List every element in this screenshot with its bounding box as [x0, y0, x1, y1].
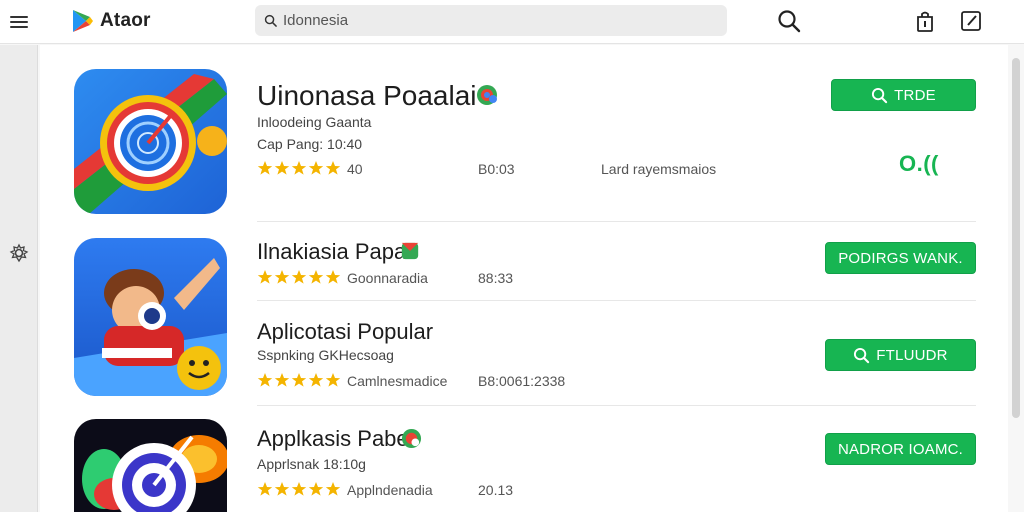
scrollbar[interactable] — [1012, 58, 1020, 418]
star-icon — [257, 482, 273, 496]
install-button-2[interactable]: PODIRGS WANK. — [825, 242, 976, 274]
search-icon — [264, 14, 277, 27]
left-rail — [0, 45, 38, 512]
star-icon — [325, 373, 341, 387]
app-rating-text-3: Camlnesmadice — [347, 373, 448, 389]
star-icon — [274, 373, 290, 387]
star-icon — [291, 373, 307, 387]
star-icon — [274, 161, 290, 175]
install-button-4-label: NADROR IOAMC. — [837, 440, 964, 458]
app-title-1[interactable]: Uinonasa Poaalai — [257, 80, 477, 112]
app-rating-text-4: Applndenadia — [347, 482, 433, 498]
install-button-1-label: TRDE — [894, 86, 936, 104]
app-subtitle-3: Sspnking GKHecsoag — [257, 347, 394, 363]
app-size-1: B0:03 — [478, 161, 515, 177]
star-icon — [257, 373, 273, 387]
star-icon — [308, 270, 324, 284]
edit-icon[interactable] — [960, 9, 982, 33]
star-icon — [325, 270, 341, 284]
star-icon — [291, 482, 307, 496]
verified-badge-icon — [476, 84, 498, 106]
star-rating-1 — [257, 160, 341, 178]
install-button-2-label: PODIRGS WANK. — [838, 249, 963, 267]
search-icon — [854, 347, 870, 363]
divider — [257, 221, 976, 222]
star-icon — [308, 161, 324, 175]
top-app-bar: Ataor — [0, 0, 1024, 44]
divider — [257, 300, 976, 301]
star-icon — [308, 482, 324, 496]
app-icon-4[interactable] — [74, 419, 227, 512]
search-button-icon[interactable] — [776, 8, 804, 36]
app-rating-text-1: 40 — [347, 161, 363, 177]
app-subtitle-1a: Inloodeing Gaanta — [257, 114, 372, 130]
app-size-3: B8:0061:2338 — [478, 373, 566, 389]
app-category-1: Lard rayemsmaios — [601, 161, 717, 177]
star-icon — [308, 373, 324, 387]
search-icon — [872, 87, 888, 103]
star-icon — [257, 270, 273, 284]
star-icon — [325, 161, 341, 175]
star-icon — [325, 482, 341, 496]
app-subtitle-4: Apprlsnak 18:10g — [257, 456, 366, 472]
search-bar[interactable] — [255, 5, 727, 36]
verified-badge-icon — [400, 241, 420, 261]
app-title-4[interactable]: Applkasis Paber — [257, 426, 416, 452]
menu-icon[interactable] — [6, 9, 32, 35]
star-icon — [274, 482, 290, 496]
verified-badge-icon — [401, 428, 422, 449]
star-icon — [274, 270, 290, 284]
app-icon-2[interactable] — [74, 238, 227, 396]
rating-badge-1: O.(( — [899, 151, 939, 176]
install-button-4[interactable]: NADROR IOAMC. — [825, 433, 976, 465]
app-subtitle-1b: Cap Pang: 10:40 — [257, 136, 363, 152]
divider — [257, 405, 976, 406]
star-rating-4 — [257, 481, 341, 499]
star-icon — [291, 161, 307, 175]
settings-icon[interactable] — [9, 243, 29, 263]
app-title-2[interactable]: Ilnakiasia Papar — [257, 239, 414, 265]
app-title-3[interactable]: Aplicotasi Popular — [257, 319, 433, 345]
app-size-2: 88:33 — [478, 270, 514, 286]
app-rating-text-2: Goonnaradia — [347, 270, 428, 286]
search-input[interactable] — [283, 12, 683, 29]
install-button-1[interactable]: TRDE — [831, 79, 976, 111]
install-button-3[interactable]: FTLUUDR — [825, 339, 976, 371]
install-button-3-label: FTLUUDR — [876, 346, 948, 364]
app-icon-1[interactable] — [74, 69, 227, 214]
star-icon — [291, 270, 307, 284]
app-size-4: 20.13 — [478, 482, 514, 498]
brand-name: Ataor — [100, 10, 151, 31]
brand-logo[interactable]: Ataor — [72, 9, 151, 33]
star-rating-2 — [257, 269, 341, 287]
star-rating-3 — [257, 372, 341, 390]
play-logo-icon — [73, 10, 93, 32]
star-icon — [257, 161, 273, 175]
cart-icon[interactable] — [914, 9, 936, 33]
